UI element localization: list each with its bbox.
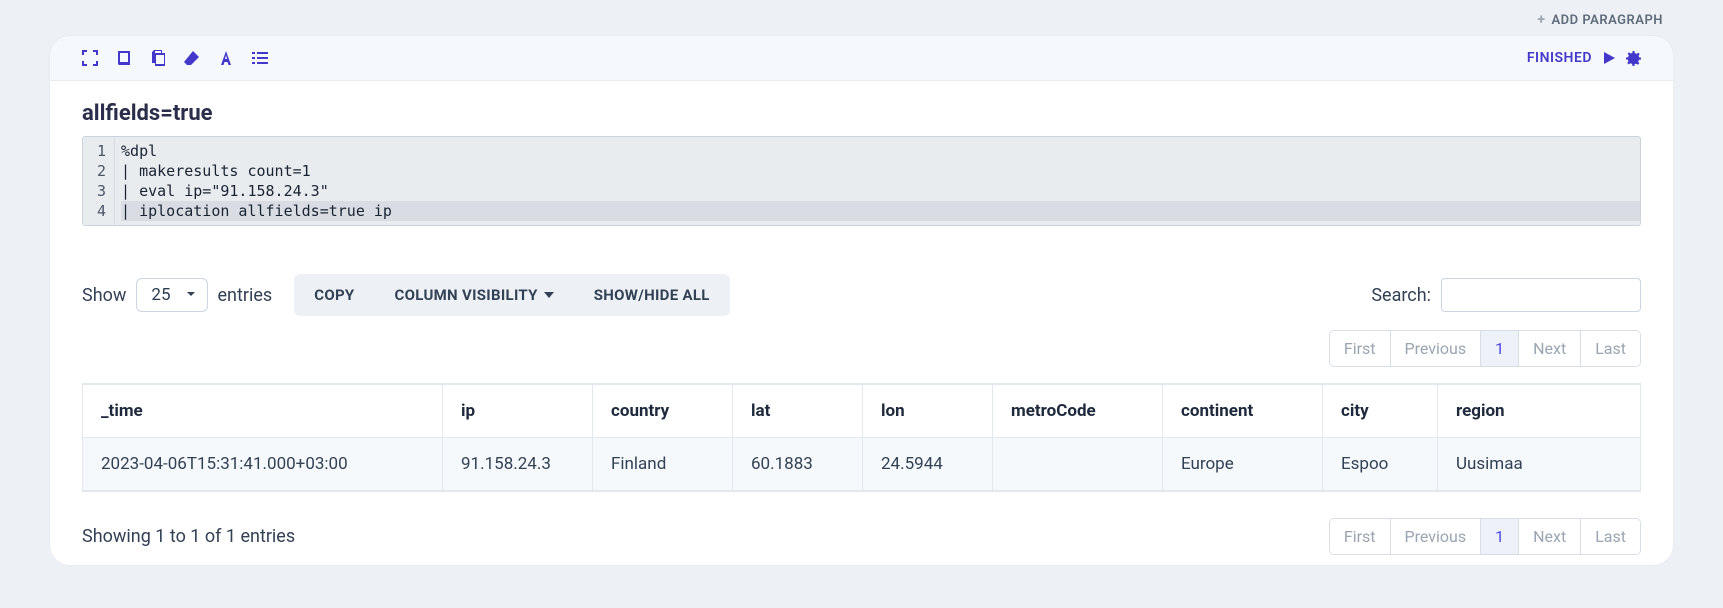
col-lat[interactable]: lat — [733, 384, 863, 438]
paragraph-title: allfields=true — [82, 101, 1641, 126]
page-last[interactable]: Last — [1581, 331, 1640, 366]
paragraph-card: FINISHED allfields=true 1 2 3 4 %dpl | m… — [50, 36, 1673, 565]
code-lines: %dpl | makeresults count=1 | eval ip="91… — [115, 137, 1640, 225]
page-first-bottom[interactable]: First — [1330, 519, 1391, 554]
status-label: FINISHED — [1527, 50, 1592, 66]
show-hide-all-button[interactable]: SHOW/HIDE ALL — [574, 274, 730, 316]
eraser-icon[interactable] — [184, 50, 200, 66]
chevron-down-icon — [185, 285, 197, 305]
entries-label: entries — [218, 285, 273, 306]
cell-country: Finland — [593, 438, 733, 492]
add-paragraph-label: ADD PARAGRAPH — [1551, 13, 1663, 28]
page-size-value: 25 — [151, 285, 170, 305]
line-gutter: 1 2 3 4 — [83, 137, 115, 225]
page-size-select[interactable]: 25 — [136, 278, 207, 312]
copy-button[interactable]: COPY — [294, 274, 374, 316]
col-metrocode[interactable]: metroCode — [993, 384, 1163, 438]
cell-continent: Europe — [1163, 438, 1323, 492]
add-paragraph-button[interactable]: + ADD PARAGRAPH — [1537, 12, 1663, 28]
plus-icon: + — [1537, 12, 1545, 28]
col-country[interactable]: country — [593, 384, 733, 438]
cell-region: Uusimaa — [1438, 438, 1641, 492]
show-label: Show — [82, 285, 126, 306]
run-icon[interactable] — [1602, 51, 1616, 65]
copy-icon[interactable] — [150, 50, 166, 66]
page-first[interactable]: First — [1330, 331, 1391, 366]
column-visibility-button[interactable]: COLUMN VISIBILITY — [375, 274, 574, 316]
paragraph-toolbar: FINISHED — [50, 36, 1673, 81]
collapse-icon[interactable] — [82, 50, 98, 66]
cell-time: 2023-04-06T15:31:41.000+03:00 — [83, 438, 443, 492]
book-icon[interactable] — [116, 50, 132, 66]
col-continent[interactable]: continent — [1163, 384, 1323, 438]
table-row: 2023-04-06T15:31:41.000+03:00 91.158.24.… — [83, 438, 1641, 492]
col-lon[interactable]: lon — [863, 384, 993, 438]
cell-lon: 24.5944 — [863, 438, 993, 492]
col-city[interactable]: city — [1323, 384, 1438, 438]
col-region[interactable]: region — [1438, 384, 1641, 438]
code-editor[interactable]: 1 2 3 4 %dpl | makeresults count=1 | eva… — [82, 136, 1641, 226]
cell-lat: 60.1883 — [733, 438, 863, 492]
font-icon[interactable] — [218, 50, 234, 66]
caret-down-icon — [544, 292, 554, 298]
cell-metrocode — [993, 438, 1163, 492]
page-next-bottom[interactable]: Next — [1519, 519, 1581, 554]
col-time[interactable]: _time — [83, 384, 443, 438]
col-ip[interactable]: ip — [443, 384, 593, 438]
cell-city: Espoo — [1323, 438, 1438, 492]
list-icon[interactable] — [252, 50, 268, 66]
results-table: _time ip country lat lon metroCode conti… — [82, 383, 1641, 492]
search-label: Search: — [1371, 285, 1431, 306]
page-1-bottom[interactable]: 1 — [1481, 519, 1519, 554]
table-info: Showing 1 to 1 of 1 entries — [82, 526, 295, 547]
search-input[interactable] — [1441, 278, 1641, 312]
table-header-row: _time ip country lat lon metroCode conti… — [83, 384, 1641, 438]
page-previous-bottom[interactable]: Previous — [1391, 519, 1482, 554]
pagination-top: First Previous 1 Next Last — [1329, 330, 1641, 367]
cell-ip: 91.158.24.3 — [443, 438, 593, 492]
page-last-bottom[interactable]: Last — [1581, 519, 1640, 554]
pagination-bottom: First Previous 1 Next Last — [1329, 518, 1641, 555]
page-next[interactable]: Next — [1519, 331, 1581, 366]
gear-icon[interactable] — [1626, 51, 1641, 66]
page-previous[interactable]: Previous — [1391, 331, 1482, 366]
page-1[interactable]: 1 — [1481, 331, 1519, 366]
